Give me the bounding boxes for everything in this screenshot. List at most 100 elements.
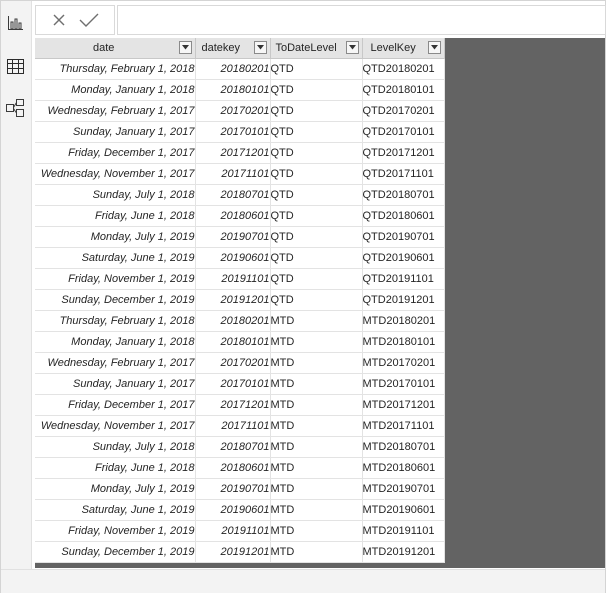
cell-todatelevel[interactable]: QTD: [270, 100, 363, 122]
table-row[interactable]: Sunday, July 1, 2018 20180701 QTD QTD201807…: [35, 184, 445, 206]
cell-date[interactable]: Monday, July 1, 2019: [35, 478, 196, 500]
cell-datekey[interactable]: 20190601: [195, 247, 271, 269]
cell-levelkey[interactable]: QTD20191201: [362, 289, 445, 311]
commit-button[interactable]: [78, 10, 100, 30]
cell-date[interactable]: Wednesday, February 1, 2017: [35, 100, 196, 122]
cell-levelkey[interactable]: QTD20180101: [362, 79, 445, 101]
column-filter-button[interactable]: [253, 41, 267, 54]
cell-datekey[interactable]: 20171101: [195, 415, 271, 437]
table-row[interactable]: Monday, January 1, 2018 20180101 QTD QTD201…: [35, 79, 445, 101]
column-filter-button[interactable]: [345, 41, 359, 54]
table-row[interactable]: Sunday, January 1, 2017 20170101 MTD MTD201…: [35, 373, 445, 395]
table-row[interactable]: Wednesday, November 1, 2017 20171101 QTD QT…: [35, 163, 445, 185]
cell-date[interactable]: Friday, November 1, 2019: [35, 520, 196, 542]
cell-date[interactable]: Monday, January 1, 2018: [35, 79, 196, 101]
cell-datekey[interactable]: 20191201: [195, 541, 271, 563]
cell-date[interactable]: Sunday, December 1, 2019: [35, 541, 196, 563]
column-header-datekey[interactable]: datekey: [195, 38, 271, 59]
table-row[interactable]: Thursday, February 1, 2018 20180201 MTD MTD…: [35, 310, 445, 332]
cell-levelkey[interactable]: MTD20171101: [362, 415, 445, 437]
column-header-levelkey[interactable]: LevelKey: [362, 38, 445, 59]
column-filter-button[interactable]: [178, 41, 192, 54]
cell-todatelevel[interactable]: MTD: [270, 415, 363, 437]
cell-levelkey[interactable]: MTD20190701: [362, 478, 445, 500]
cell-todatelevel[interactable]: QTD: [270, 142, 363, 164]
cell-datekey[interactable]: 20170201: [195, 100, 271, 122]
cell-todatelevel[interactable]: QTD: [270, 226, 363, 248]
cell-date[interactable]: Saturday, June 1, 2019: [35, 499, 196, 521]
data-view-button[interactable]: [4, 55, 26, 77]
cell-levelkey[interactable]: QTD20180701: [362, 184, 445, 206]
cell-todatelevel[interactable]: QTD: [270, 289, 363, 311]
table-row[interactable]: Friday, November 1, 2019 20191101 QTD QTD20…: [35, 268, 445, 290]
cell-levelkey[interactable]: QTD20170201: [362, 100, 445, 122]
cell-levelkey[interactable]: MTD20170101: [362, 373, 445, 395]
cell-levelkey[interactable]: MTD20180601: [362, 457, 445, 479]
cell-date[interactable]: Monday, July 1, 2019: [35, 226, 196, 248]
cell-levelkey[interactable]: QTD20171101: [362, 163, 445, 185]
cell-todatelevel[interactable]: MTD: [270, 310, 363, 332]
cell-date[interactable]: Sunday, July 1, 2018: [35, 436, 196, 458]
cell-todatelevel[interactable]: MTD: [270, 457, 363, 479]
table-row[interactable]: Thursday, February 1, 2018 20180201 QTD QTD…: [35, 58, 445, 80]
cell-levelkey[interactable]: QTD20190701: [362, 226, 445, 248]
cell-date[interactable]: Friday, November 1, 2019: [35, 268, 196, 290]
column-header-date[interactable]: date: [35, 38, 196, 59]
cell-levelkey[interactable]: MTD20180201: [362, 310, 445, 332]
model-view-button[interactable]: [4, 97, 26, 119]
cell-levelkey[interactable]: QTD20190601: [362, 247, 445, 269]
cell-datekey[interactable]: 20180601: [195, 205, 271, 227]
cell-datekey[interactable]: 20190701: [195, 226, 271, 248]
cell-datekey[interactable]: 20180201: [195, 58, 271, 80]
cell-date[interactable]: Wednesday, November 1, 2017: [35, 415, 196, 437]
cell-date[interactable]: Wednesday, November 1, 2017: [35, 163, 196, 185]
cell-date[interactable]: Friday, June 1, 2018: [35, 457, 196, 479]
cell-datekey[interactable]: 20171101: [195, 163, 271, 185]
report-view-button[interactable]: [4, 12, 26, 34]
cell-levelkey[interactable]: MTD20191201: [362, 541, 445, 563]
column-filter-button[interactable]: [427, 41, 441, 54]
table-row[interactable]: Wednesday, November 1, 2017 20171101 MTD MT…: [35, 415, 445, 437]
cell-date[interactable]: Monday, January 1, 2018: [35, 331, 196, 353]
cell-levelkey[interactable]: MTD20180701: [362, 436, 445, 458]
cell-levelkey[interactable]: QTD20180601: [362, 205, 445, 227]
cell-datekey[interactable]: 20190601: [195, 499, 271, 521]
table-row[interactable]: Wednesday, February 1, 2017 20170201 MTD MT…: [35, 352, 445, 374]
table-row[interactable]: Sunday, December 1, 2019 20191201 MTD MTD20…: [35, 541, 445, 563]
table-row[interactable]: Monday, July 1, 2019 20190701 MTD MTD201907…: [35, 478, 445, 500]
cell-todatelevel[interactable]: QTD: [270, 205, 363, 227]
cell-todatelevel[interactable]: QTD: [270, 247, 363, 269]
cell-levelkey[interactable]: MTD20171201: [362, 394, 445, 416]
cell-levelkey[interactable]: MTD20191101: [362, 520, 445, 542]
cell-datekey[interactable]: 20191201: [195, 289, 271, 311]
cell-todatelevel[interactable]: QTD: [270, 79, 363, 101]
table-row[interactable]: Saturday, June 1, 2019 20190601 QTD QTD2019…: [35, 247, 445, 269]
cell-todatelevel[interactable]: MTD: [270, 352, 363, 374]
cell-date[interactable]: Sunday, January 1, 2017: [35, 373, 196, 395]
table-row[interactable]: Friday, June 1, 2018 20180601 MTD MTD201806…: [35, 457, 445, 479]
cell-levelkey[interactable]: MTD20170201: [362, 352, 445, 374]
cell-datekey[interactable]: 20171201: [195, 394, 271, 416]
table-row[interactable]: Friday, December 1, 2017 20171201 QTD QTD20…: [35, 142, 445, 164]
cell-datekey[interactable]: 20171201: [195, 142, 271, 164]
cell-date[interactable]: Friday, June 1, 2018: [35, 205, 196, 227]
table-row[interactable]: Saturday, June 1, 2019 20190601 MTD MTD2019…: [35, 499, 445, 521]
table-row[interactable]: Friday, November 1, 2019 20191101 MTD MTD20…: [35, 520, 445, 542]
cell-datekey[interactable]: 20180701: [195, 436, 271, 458]
cell-datekey[interactable]: 20180101: [195, 331, 271, 353]
cell-todatelevel[interactable]: MTD: [270, 373, 363, 395]
cell-todatelevel[interactable]: QTD: [270, 163, 363, 185]
table-row[interactable]: Sunday, July 1, 2018 20180701 MTD MTD201807…: [35, 436, 445, 458]
cell-date[interactable]: Sunday, July 1, 2018: [35, 184, 196, 206]
cell-todatelevel[interactable]: QTD: [270, 58, 363, 80]
cell-datekey[interactable]: 20191101: [195, 520, 271, 542]
cell-date[interactable]: Wednesday, February 1, 2017: [35, 352, 196, 374]
cell-datekey[interactable]: 20180601: [195, 457, 271, 479]
table-row[interactable]: Wednesday, February 1, 2017 20170201 QTD QT…: [35, 100, 445, 122]
cell-date[interactable]: Friday, December 1, 2017: [35, 142, 196, 164]
table-row[interactable]: Friday, December 1, 2017 20171201 MTD MTD20…: [35, 394, 445, 416]
cell-levelkey[interactable]: QTD20170101: [362, 121, 445, 143]
cell-date[interactable]: Sunday, December 1, 2019: [35, 289, 196, 311]
cell-date[interactable]: Sunday, January 1, 2017: [35, 121, 196, 143]
cell-datekey[interactable]: 20190701: [195, 478, 271, 500]
